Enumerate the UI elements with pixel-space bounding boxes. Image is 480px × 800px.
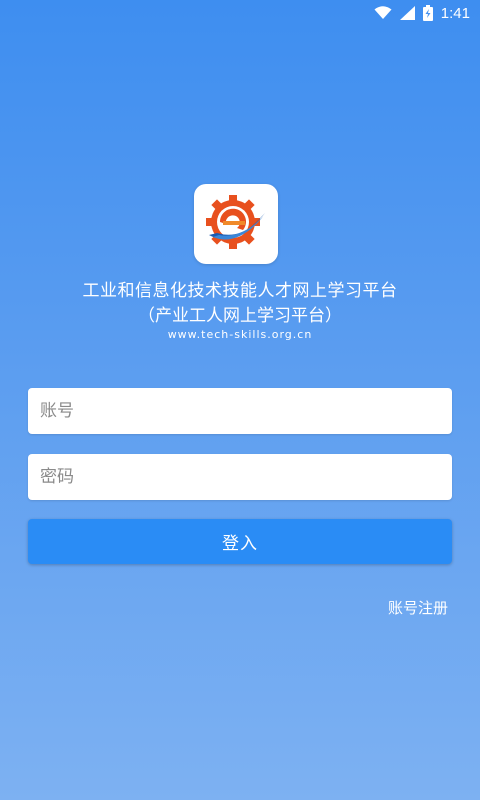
battery-charging-icon [422,5,433,21]
status-bar: 1:41 [0,0,480,26]
status-time: 1:41 [440,4,470,22]
register-link[interactable]: 账号注册 [388,597,448,618]
login-button[interactable]: 登入 [28,519,452,564]
password-input[interactable] [28,454,452,500]
platform-subtitle: （产业工人网上学习平台） [138,306,342,326]
cell-signal-icon [399,6,415,20]
wifi-icon [374,6,392,20]
platform-url: www.tech-skills.org.cn [167,328,313,341]
app-logo [194,184,278,264]
gear-e-logo-icon [203,191,269,257]
account-input[interactable] [28,388,452,434]
platform-title: 工业和信息化技术技能人才网上学习平台 [82,281,398,301]
